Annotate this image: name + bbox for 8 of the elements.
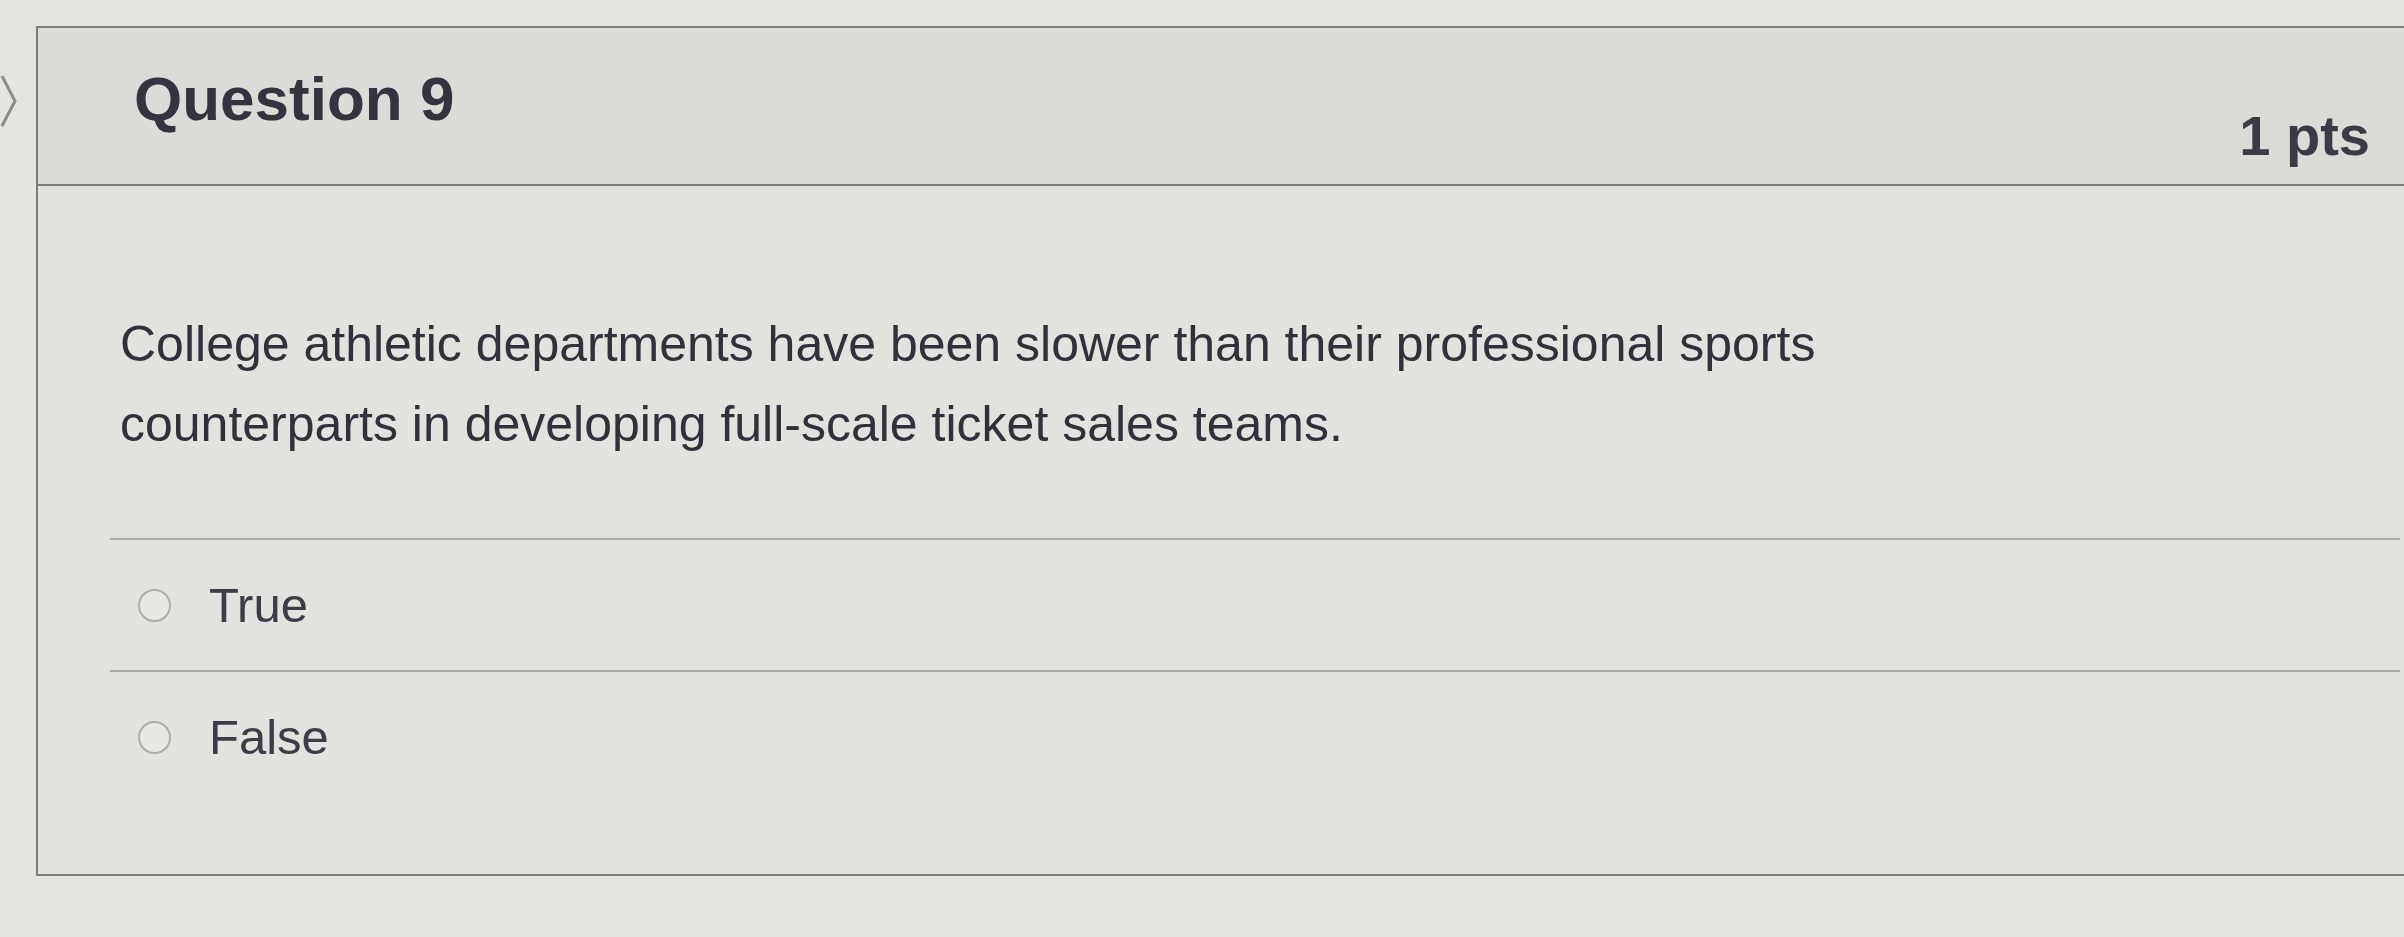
chevron-icon[interactable] [0,74,18,128]
radio-button[interactable] [138,588,171,622]
answer-option[interactable]: False [110,672,329,802]
points-label: 1 pts [2239,104,2370,168]
question-text: College athletic departments have been slower than their professional sports counterparts in developing full-scale ticket sales teams. [120,315,1817,454]
answer-option[interactable]: True [110,540,308,670]
question-title: Question 9 [134,64,455,135]
radio-button[interactable] [138,720,171,754]
